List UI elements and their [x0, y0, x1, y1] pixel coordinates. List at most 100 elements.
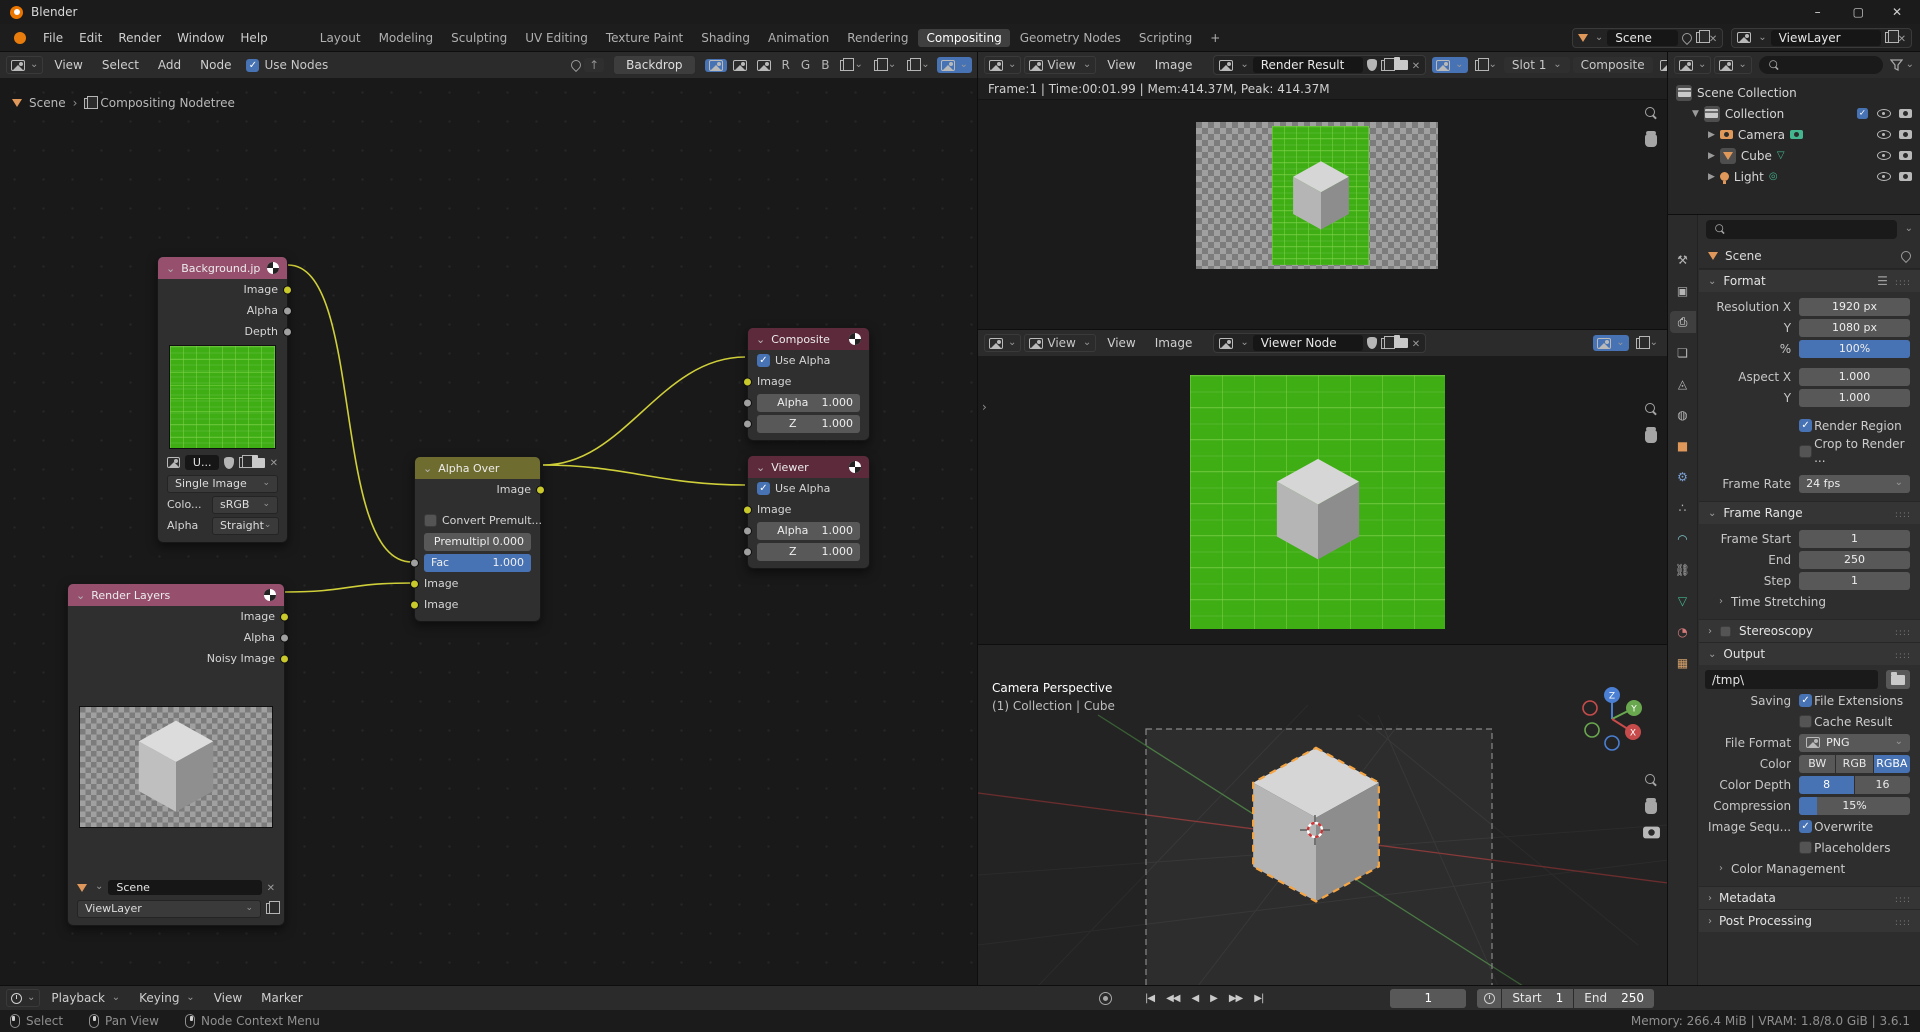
zoom-icon[interactable] [1644, 402, 1658, 416]
topbar-menu-edit[interactable]: Edit [71, 29, 110, 47]
prop-dropdown-frame-rate[interactable]: 24 fps [1799, 475, 1910, 493]
unlink-icon[interactable] [1412, 58, 1420, 72]
node-composite-header[interactable]: Composite [748, 328, 869, 350]
output-path-field[interactable]: /tmp\ [1705, 670, 1878, 689]
checkbox-cache-result[interactable] [1799, 715, 1812, 728]
render-result-canvas[interactable] [978, 100, 1668, 330]
disable-render-icon[interactable] [1899, 172, 1912, 181]
channel-b-button[interactable]: B [817, 58, 833, 72]
preview-toggle-icon[interactable] [849, 461, 861, 473]
channel-g-button[interactable]: G [797, 58, 814, 72]
pin-icon[interactable] [1680, 30, 1694, 44]
checkbox-file-extensions[interactable] [1799, 694, 1812, 707]
prev-keyframe-button[interactable]: ◀◀ [1162, 991, 1183, 1006]
workspace-tab-scripting[interactable]: Scripting [1131, 29, 1200, 47]
channel-color-icon[interactable] [729, 59, 751, 72]
prop-value-frame-start[interactable]: 1 [1799, 530, 1910, 548]
collapse-icon[interactable] [423, 462, 432, 475]
value-slider-z[interactable]: Z1.000 [757, 543, 860, 561]
workspace-tab-uv-editing[interactable]: UV Editing [517, 29, 596, 47]
display-mode-dropdown[interactable] [1714, 56, 1751, 74]
panel-header-stereoscopy[interactable]: ›Stereoscopy [1699, 619, 1920, 642]
collapse-icon[interactable] [756, 333, 765, 346]
properties-tab-world[interactable]: ◍ [1670, 404, 1696, 426]
open-icon[interactable] [1394, 60, 1408, 70]
properties-tab-output[interactable]: ⎙ [1670, 311, 1696, 333]
viewlayer-dropdown[interactable]: ViewLayer [77, 900, 261, 918]
properties-tab-object-data[interactable]: ▽ [1670, 590, 1696, 612]
compositor-menu-add[interactable]: Add [150, 56, 189, 74]
editor-type-compositor[interactable] [6, 56, 43, 74]
workspace-tab-sculpting[interactable]: Sculpting [443, 29, 515, 47]
backdrop-button[interactable]: Backdrop [613, 55, 695, 75]
toggle-camera-view-icon[interactable] [1643, 827, 1660, 839]
jump-to-end-button[interactable]: ▶| [1250, 991, 1267, 1006]
workspace-tab-layout[interactable]: Layout [312, 29, 369, 47]
editor-type-image[interactable] [984, 56, 1021, 74]
timeline-menu-playback[interactable]: Playback [43, 989, 128, 1007]
topbar-menu-window[interactable]: Window [169, 29, 232, 47]
unlink-scene-icon[interactable] [267, 881, 275, 894]
region-expand-icon[interactable] [982, 400, 987, 414]
render-single-layer-icon[interactable] [266, 903, 275, 914]
node-background-image-header[interactable]: Background.jpg [158, 257, 287, 279]
render-pass-dropdown[interactable]: Composite [1573, 57, 1653, 73]
close-button[interactable]: ✕ [1884, 5, 1910, 19]
socket-in-z[interactable] [743, 547, 752, 556]
workspace-tab-shading[interactable]: Shading [693, 29, 758, 47]
copy-image-icon[interactable] [239, 457, 247, 468]
disclosure-open-icon[interactable]: ▼ [1692, 109, 1699, 119]
checkbox-placeholders[interactable] [1799, 841, 1812, 854]
checkbox-use-alpha[interactable] [757, 354, 770, 367]
render-slot-dropdown[interactable]: Slot 1 [1504, 57, 1570, 73]
pan-hand-icon[interactable] [1645, 134, 1657, 147]
dropdown-single-image[interactable]: Single Image [167, 475, 278, 493]
timeline-menu-view[interactable]: View [206, 989, 250, 1007]
current-frame-field[interactable]: 1 [1390, 989, 1466, 1008]
value-slider-alpha[interactable]: Alpha1.000 [757, 394, 860, 412]
properties-tab-tool[interactable]: ⚒ [1670, 249, 1696, 271]
socket-out-alpha[interactable] [280, 633, 289, 642]
disable-render-icon[interactable] [1899, 151, 1912, 160]
pin-icon[interactable] [1899, 248, 1913, 262]
presets-icon[interactable]: ☰ [1877, 274, 1888, 288]
properties-tab-physics[interactable]: ◠ [1670, 528, 1696, 550]
filter-dropdown[interactable] [1890, 58, 1914, 72]
value-slider-alpha[interactable]: Alpha1.000 [757, 522, 860, 540]
end-frame-field[interactable]: End250 [1574, 989, 1654, 1008]
segment-16[interactable]: 16 [1855, 776, 1910, 794]
remove-viewlayer-icon[interactable] [1898, 31, 1906, 45]
display-channels-dropdown[interactable]: View [1024, 56, 1096, 74]
editor-type-timeline[interactable] [6, 989, 40, 1007]
navigation-gizmo[interactable]: Z Y X [1574, 681, 1650, 757]
hide-eye-icon[interactable] [1877, 130, 1891, 139]
play-reverse-button[interactable]: ◀ [1187, 991, 1202, 1006]
panel-header-metadata[interactable]: ›Metadata [1699, 886, 1920, 909]
properties-tab-texture[interactable]: ▦ [1670, 652, 1696, 674]
chevron-down-icon[interactable] [1902, 222, 1913, 236]
hide-eye-icon[interactable] [1877, 172, 1891, 181]
pan-hand-icon[interactable] [1645, 430, 1657, 443]
value-slider-z[interactable]: Z1.000 [757, 415, 860, 433]
outliner-row-scene-collection[interactable]: Scene Collection [1670, 82, 1918, 103]
workspace-tab-modeling[interactable]: Modeling [371, 29, 442, 47]
scene-selector[interactable]: Scene [1572, 28, 1723, 48]
pan-hand-icon[interactable] [1645, 801, 1657, 814]
new-scene-icon[interactable] [1696, 32, 1705, 43]
workspace-tab-rendering[interactable]: Rendering [839, 29, 916, 47]
hide-eye-icon[interactable] [1877, 109, 1891, 118]
outliner-row-cube[interactable]: ▶Cube▽ [1670, 145, 1918, 166]
checkbox-convert-premult-[interactable] [424, 514, 437, 527]
socket-out-noisy-image[interactable] [280, 654, 289, 663]
topbar-menu-file[interactable]: File [35, 29, 71, 47]
socket-out-depth[interactable] [283, 327, 292, 336]
subpanel-color-management[interactable]: ›Color Management [1699, 858, 1920, 879]
gizmo-toggle-icon[interactable] [937, 57, 972, 73]
new-viewlayer-icon[interactable] [1885, 32, 1894, 43]
node-background-image[interactable]: Background.jpgImageAlphaDepthU...Single … [157, 256, 288, 543]
node-render-layers[interactable]: Render LayersImageAlphaNoisy Image Scene… [67, 583, 285, 926]
copy-icon[interactable] [1381, 338, 1390, 349]
editor-type-outliner[interactable] [1674, 56, 1711, 74]
subpanel-time-stretching[interactable]: ›Time Stretching [1699, 591, 1920, 612]
prop-value-compression[interactable]: 15% [1799, 797, 1910, 815]
